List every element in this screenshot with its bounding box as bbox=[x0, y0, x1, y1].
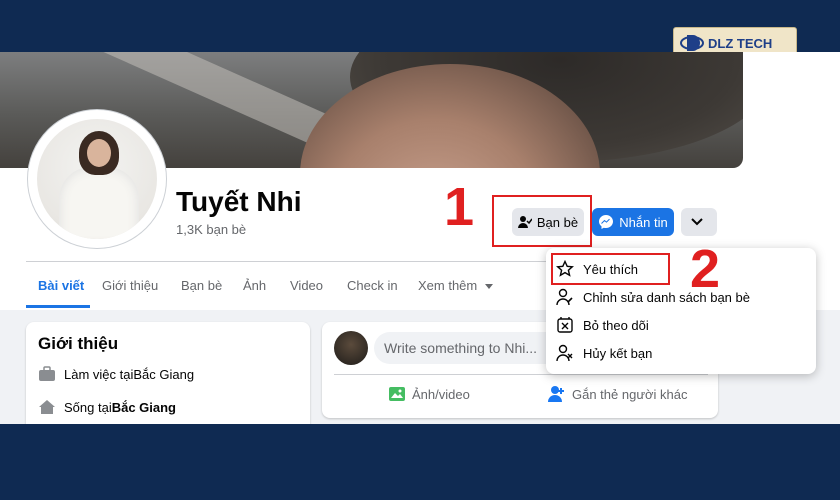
tag-person-icon bbox=[548, 386, 564, 402]
unfollow-icon bbox=[557, 317, 573, 333]
intro-work-row: Làm việc tại Bắc Giang bbox=[38, 366, 194, 382]
profile-avatar[interactable] bbox=[28, 110, 166, 248]
intro-live-place[interactable]: Bắc Giang bbox=[112, 400, 176, 415]
menu-item-unfollow[interactable]: Bỏ theo dõi bbox=[556, 316, 649, 334]
intro-live-row: Sống tại Bắc Giang bbox=[38, 399, 176, 415]
annotation-step-1: 1 bbox=[444, 177, 475, 237]
tab-about[interactable]: Giới thiệu bbox=[102, 278, 158, 293]
menu-item-unfriend[interactable]: Hủy kết bạn bbox=[556, 344, 652, 362]
chevron-down-icon bbox=[690, 218, 703, 226]
composer-avatar[interactable] bbox=[334, 331, 368, 365]
home-icon bbox=[39, 400, 55, 414]
person-edit-icon bbox=[556, 288, 573, 306]
tab-checkins[interactable]: Check in bbox=[347, 278, 398, 293]
message-button-label: Nhắn tin bbox=[619, 214, 668, 230]
annotation-box-1 bbox=[492, 195, 592, 247]
tab-friends[interactable]: Bạn bè bbox=[181, 278, 222, 293]
menu-item-edit-friend-list[interactable]: Chỉnh sửa danh sách bạn bè bbox=[556, 288, 750, 306]
photo-icon bbox=[389, 387, 405, 401]
person-remove-icon bbox=[556, 344, 573, 362]
tag-people-button[interactable]: Gắn thẻ người khác bbox=[548, 385, 688, 403]
photo-video-button[interactable]: Ảnh/video bbox=[388, 385, 470, 403]
tab-posts[interactable]: Bài viết bbox=[38, 278, 84, 293]
watermark-brand: DLZ TECH bbox=[708, 35, 773, 51]
briefcase-icon bbox=[39, 366, 55, 381]
intro-title: Giới thiệu bbox=[38, 334, 119, 353]
composer-divider bbox=[334, 374, 708, 375]
more-options-button[interactable] bbox=[681, 208, 717, 236]
dlz-logo-icon bbox=[680, 35, 704, 51]
tab-videos[interactable]: Video bbox=[290, 278, 323, 293]
tab-photos[interactable]: Ảnh bbox=[243, 278, 266, 293]
annotation-step-2: 2 bbox=[690, 239, 721, 299]
caret-down-icon bbox=[484, 284, 493, 289]
tab-more[interactable]: Xem thêm bbox=[418, 278, 493, 293]
message-button[interactable]: Nhắn tin bbox=[592, 208, 674, 236]
intro-work-place[interactable]: Bắc Giang bbox=[133, 367, 194, 382]
messenger-icon bbox=[599, 215, 614, 229]
bottom-frame-band bbox=[0, 424, 840, 500]
tab-more-label: Xem thêm bbox=[418, 278, 478, 293]
active-tab-indicator bbox=[26, 305, 90, 308]
profile-name: Tuyết Nhi bbox=[176, 186, 302, 217]
friends-count[interactable]: 1,3K bạn bè bbox=[176, 222, 246, 237]
annotation-box-2 bbox=[551, 253, 670, 285]
